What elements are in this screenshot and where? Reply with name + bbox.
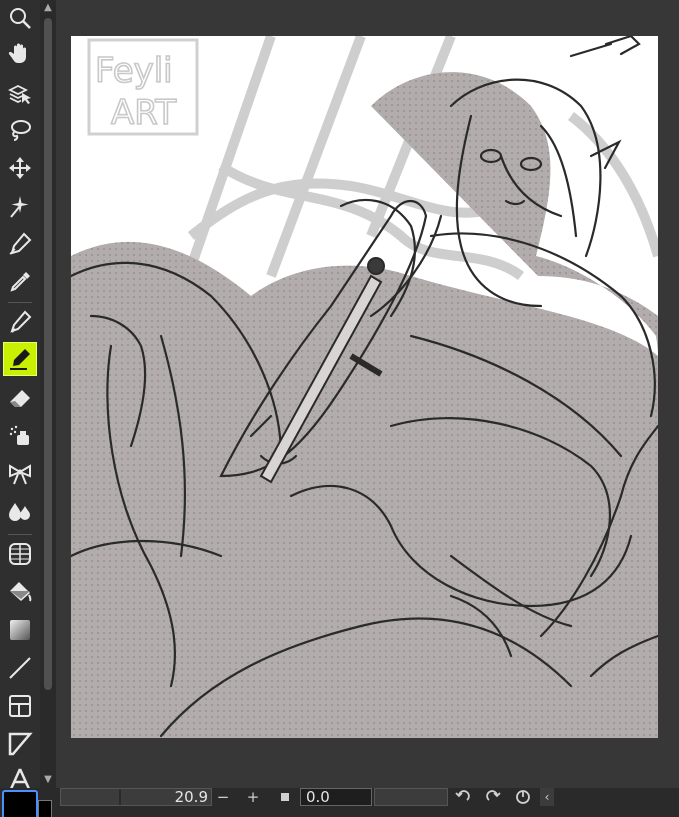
angle-value[interactable]: 0.0 xyxy=(306,788,366,806)
pen-tool-2[interactable] xyxy=(4,306,36,338)
bucket-icon xyxy=(10,582,32,602)
scrollbar-thumb[interactable] xyxy=(44,18,52,690)
zoom-value[interactable]: 20.9 xyxy=(150,788,208,806)
pen-icon xyxy=(10,310,32,333)
gradient-icon xyxy=(10,620,30,640)
move-layer-tool[interactable] xyxy=(4,152,36,184)
canvas-area[interactable]: Feyli ART xyxy=(56,0,679,788)
decoration-tool[interactable] xyxy=(4,458,36,490)
line-icon xyxy=(9,657,31,679)
lasso-tool[interactable] xyxy=(4,114,36,146)
magnifier-icon xyxy=(10,8,31,29)
blend-tool[interactable] xyxy=(4,496,36,528)
magic-wand-icon xyxy=(10,196,29,218)
lasso-icon xyxy=(11,120,31,141)
grid-globe-icon xyxy=(9,543,31,565)
rotation-slider[interactable] xyxy=(374,788,448,806)
ruler-tool[interactable] xyxy=(4,728,36,760)
watermark-line2: ART xyxy=(111,93,176,133)
move-arrows-icon xyxy=(9,157,31,179)
frame-border-tool[interactable] xyxy=(4,690,36,722)
tool-palette xyxy=(0,0,40,790)
hand-icon xyxy=(8,43,26,63)
zoom-out-button[interactable]: − xyxy=(214,788,232,806)
airbrush-tool[interactable] xyxy=(4,420,36,452)
marker-icon xyxy=(10,349,30,370)
main-color-swatch[interactable] xyxy=(2,790,38,817)
eyedropper-icon xyxy=(10,272,30,292)
eyedropper-tool[interactable] xyxy=(4,266,36,298)
panel-icon xyxy=(9,695,31,717)
marker-tool[interactable] xyxy=(3,342,37,376)
ruler-icon xyxy=(8,732,33,756)
pen-nib-icon xyxy=(9,232,32,255)
drops-icon xyxy=(9,503,30,521)
gradient-tool[interactable] xyxy=(4,614,36,646)
eraser-icon xyxy=(10,390,30,407)
fit-square-icon[interactable] xyxy=(276,789,294,805)
eraser-tool[interactable] xyxy=(4,383,36,415)
artwork-canvas[interactable]: Feyli ART xyxy=(71,36,658,738)
move-tool[interactable] xyxy=(4,37,36,69)
collapse-chevron-icon[interactable]: ‹ xyxy=(540,788,554,806)
reset-rotation-icon[interactable] xyxy=(514,789,532,805)
scroll-down-icon[interactable]: ▼ xyxy=(40,772,56,788)
pen-tool[interactable] xyxy=(4,228,36,260)
zoom-in-button[interactable]: + xyxy=(244,788,262,806)
frame-tool[interactable] xyxy=(4,538,36,570)
sketch-illustration: Feyli ART xyxy=(71,36,658,738)
tool-palette-scrollbar[interactable]: ▲ ▼ xyxy=(40,0,56,788)
auto-select-tool[interactable] xyxy=(4,190,36,222)
zoom-tool[interactable] xyxy=(4,2,36,34)
spray-icon xyxy=(9,425,29,445)
layer-arrow-icon xyxy=(7,84,31,104)
operation-tool[interactable] xyxy=(4,78,36,110)
rotate-left-icon[interactable] xyxy=(454,789,472,805)
figure-tool[interactable] xyxy=(4,652,36,684)
fill-tool[interactable] xyxy=(4,576,36,608)
ribbon-icon xyxy=(9,464,31,485)
watermark-line1: Feyli xyxy=(95,51,173,91)
scroll-up-icon[interactable]: ▲ xyxy=(40,0,56,16)
rotate-right-icon[interactable] xyxy=(484,789,502,805)
sub-color-swatch[interactable] xyxy=(38,800,52,817)
navigator-statusbar: 20.9 − + 0.0 ‹ xyxy=(0,788,679,817)
app-window: ▲ ▼ Feyli ART 20.9 − + 0.0 ‹ xyxy=(0,0,679,817)
